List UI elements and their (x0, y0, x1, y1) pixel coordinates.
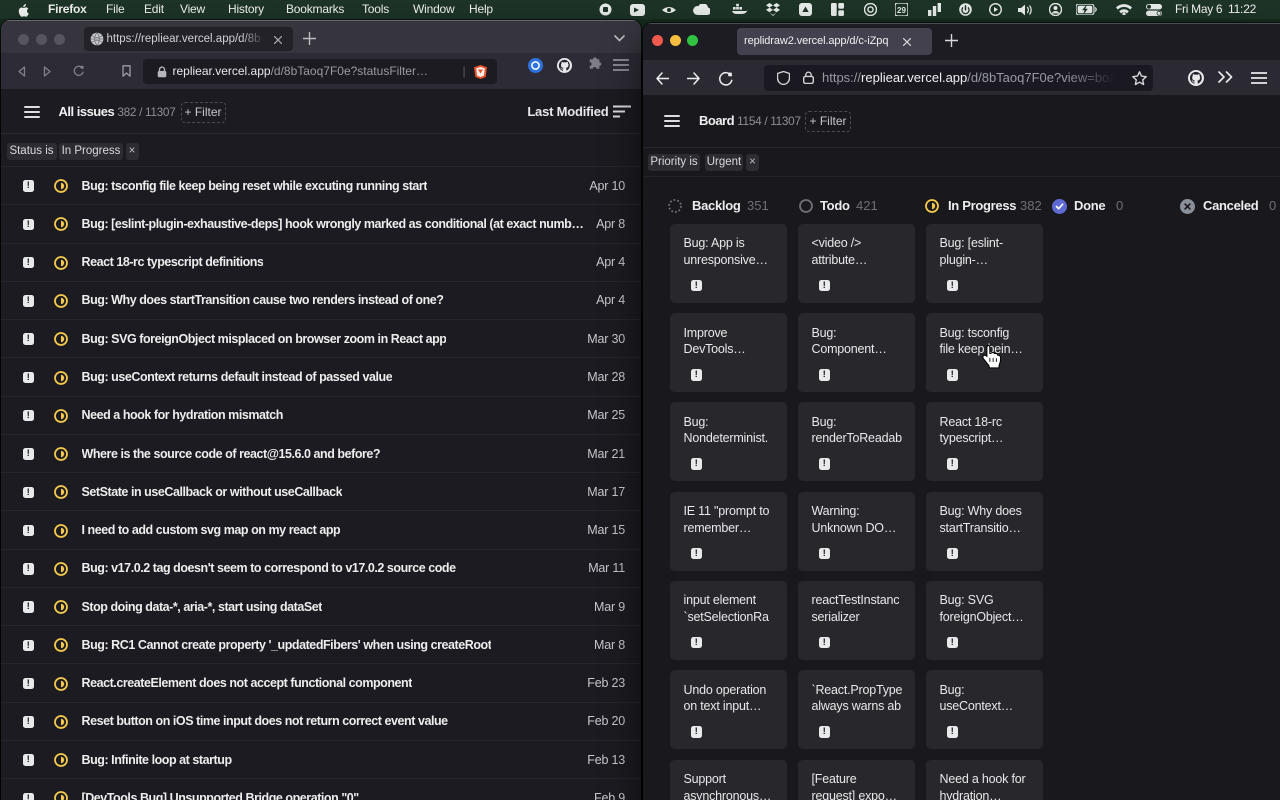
svg-text:29: 29 (897, 6, 906, 15)
